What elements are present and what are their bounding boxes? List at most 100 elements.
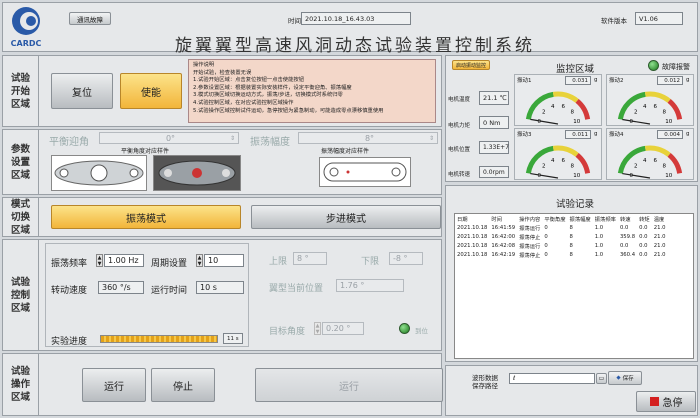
vibration-gauge: 振动1 0.031 g 0 2 4 6 8 10 xyxy=(514,74,602,126)
table-cell: 振荡停止 xyxy=(519,252,541,259)
gauge-tick-label: 4 xyxy=(643,104,647,110)
target-stepper-icon[interactable]: ▲ ▼ xyxy=(314,322,321,335)
gauge-name: 振动3 xyxy=(517,132,532,138)
comm-fault-button[interactable]: 通讯故障 xyxy=(69,12,111,25)
gauge-tick-label: 8 xyxy=(571,163,575,169)
gauge-unit: g xyxy=(594,77,598,83)
balance-sample-image-2 xyxy=(153,155,241,191)
start-vibration-monitor-button[interactable]: 启动振动监控 xyxy=(452,60,490,70)
estop-icon xyxy=(649,397,659,406)
temp-value: 21.1 ℃ xyxy=(479,91,509,105)
balance-sample-label: 平衡角度对应样件 xyxy=(121,148,170,155)
torque-label: 电机力矩 xyxy=(448,123,471,129)
gauge-value: 0.004 xyxy=(657,130,683,139)
save-section: 波形数据 保存路径 ℓ ▭ ◆ 保存 急停 xyxy=(445,365,698,416)
control-section: 试验控制区域 振荡频率 ▲ ▼ 1.00 Hz 周期设置 ▲ ▼ 10 转动速度 3… xyxy=(2,239,442,351)
runtime-label: 运行时间 xyxy=(151,286,188,296)
progress-label: 实验进度 xyxy=(51,337,88,347)
table-cell: 2021.10.18 xyxy=(457,233,488,240)
gauge-tick-label: 0 xyxy=(629,119,633,125)
table-cell: 8 xyxy=(569,224,573,231)
start-section-label: 试验开始区域 xyxy=(3,56,39,126)
start-section-label-text: 试验开始区域 xyxy=(10,72,30,110)
lower-limit-label: 下限 xyxy=(361,257,380,267)
gauge-tick-label: 2 xyxy=(634,163,638,169)
table-cell: 16:42:19 xyxy=(491,251,516,258)
gauge-needle xyxy=(530,118,559,125)
gauge-tick-label: 4 xyxy=(643,158,647,164)
estop-button[interactable]: 急停 xyxy=(636,391,696,412)
stop-button[interactable]: 停止 xyxy=(151,368,215,402)
save-path-input[interactable]: ℓ xyxy=(509,373,595,384)
log-title: 试验记录 xyxy=(556,199,595,210)
save-icon: ◆ xyxy=(616,375,621,381)
step-mode-button[interactable]: 步进模式 xyxy=(251,205,441,229)
gauge-band xyxy=(525,91,554,120)
freq-stepper-icon[interactable]: ▲ ▼ xyxy=(96,254,103,267)
table-cell: 振荡停止 xyxy=(519,234,541,241)
oscillate-mode-button[interactable]: 振荡模式 xyxy=(51,205,241,229)
log-header-cell: 平衡角度 xyxy=(544,216,566,223)
step-run-button[interactable]: 运行 xyxy=(255,368,443,402)
start-section: 试验开始区域 复位 使能 操作说明 开始试验，检查装置无误 1.试验开始区域：点… xyxy=(2,55,442,127)
gauge-name: 振动2 xyxy=(609,78,624,84)
vibration-gauge: 振动3 0.011 g 0 2 4 6 8 10 xyxy=(514,128,602,180)
instructions-line: 1.试验开始区域：点击复位按钮一点击使能按钮 xyxy=(193,77,304,84)
table-cell: 16:42:08 xyxy=(491,242,516,249)
browse-folder-button[interactable]: ▭ xyxy=(596,373,607,384)
progress-value: 11 s xyxy=(223,333,243,344)
save-button[interactable]: ◆ 保存 xyxy=(608,371,642,385)
table-cell: 2021.10.18 xyxy=(457,251,488,258)
table-cell: 0 xyxy=(544,242,548,249)
gauge-needle xyxy=(530,172,559,179)
table-cell: 0 xyxy=(544,251,548,258)
save-label-line2: 保存路径 xyxy=(472,382,498,390)
target-angle-input[interactable]: 0.20 ° xyxy=(322,322,364,335)
period-input[interactable]: 10 xyxy=(204,254,244,267)
gauge-value: 0.031 xyxy=(565,76,591,85)
gauge-tick-label: 0 xyxy=(629,173,633,179)
amplitude-select[interactable]: 8° ⇕ xyxy=(298,132,438,144)
save-button-label: 保存 xyxy=(622,376,634,382)
log-section: 试验记录 日期 时间 操作内容 平衡角度 振荡幅度 振荡频率 转速 转矩 温度 2021.10.1… xyxy=(445,185,698,362)
table-row[interactable]: 2021.10.18 16:41:59 振荡运行 0 8 1.0 0.0 0.0 21.0 xyxy=(455,223,668,232)
current-pos-value: 1.76 ° xyxy=(336,279,404,292)
table-row[interactable]: 2021.10.18 16:42:08 振荡运行 0 8 1.0 0.0 0.0 21.0 xyxy=(455,241,668,250)
operate-section-label-text: 试验操作区域 xyxy=(10,366,30,403)
dropdown-icon: ⇕ xyxy=(428,134,434,142)
table-row[interactable]: 2021.10.18 16:42:00 振荡停止 0 8 1.0 359.8 0.0 21.0 xyxy=(455,232,668,241)
table-cell: 2021.10.18 xyxy=(457,242,488,249)
rpm-label: 电机转速 xyxy=(448,172,471,178)
cardc-logo: CARDC xyxy=(6,5,46,49)
log-header-cell: 日期 xyxy=(457,216,468,223)
table-cell: 16:41:59 xyxy=(491,224,516,231)
temp-label: 电机温度 xyxy=(448,97,471,103)
instructions-line: 3.模式切换区域切换运动方式，振荡/步进，切换模式时系统归零 xyxy=(193,92,343,99)
gauge-tick-label: 10 xyxy=(665,119,672,125)
gauge-band xyxy=(617,145,646,174)
gauge-tick-label: 10 xyxy=(573,119,580,125)
gauge-unit: g xyxy=(594,131,598,137)
log-table-box[interactable]: 日期 时间 操作内容 平衡角度 振荡幅度 振荡频率 转速 转矩 温度 2021.10.18 16:4… xyxy=(454,213,694,359)
gauge-tick-label: 8 xyxy=(663,163,667,169)
freq-input[interactable]: 1.00 Hz xyxy=(104,254,144,267)
time-value: 2021.10.18_16.43.03 xyxy=(301,12,411,25)
gauge-unit: g xyxy=(686,131,690,137)
reset-button[interactable]: 复位 xyxy=(51,73,113,109)
log-header-cell: 振荡幅度 xyxy=(569,216,591,223)
enable-button[interactable]: 使能 xyxy=(120,73,182,109)
balance-angle-select[interactable]: 0° ⇕ xyxy=(99,132,239,144)
period-stepper-icon[interactable]: ▲ ▼ xyxy=(196,254,203,267)
run-button[interactable]: 运行 xyxy=(82,368,146,402)
log-header-cell: 操作内容 xyxy=(519,216,541,223)
gauge-band xyxy=(644,145,671,157)
rpm-value: 0.0rpm xyxy=(479,166,509,178)
table-row[interactable]: 2021.10.18 16:42:19 振荡停止 0 8 1.0 360.4 0.0 21.0 xyxy=(455,250,668,259)
monitor-section: 启动振动监控 监控区域 故障报警 电机温度 21.1 ℃ 电机力矩 0 Nm 电… xyxy=(445,55,698,182)
instructions-line: 操作说明 xyxy=(193,62,215,68)
vibration-gauge: 振动2 0.012 g 0 2 4 6 8 10 xyxy=(606,74,694,126)
gauge-tick-label: 6 xyxy=(654,104,658,110)
table-cell: 0.0 xyxy=(619,242,629,249)
gauge-band xyxy=(552,91,579,103)
control-section-label-text: 试验控制区域 xyxy=(10,276,30,314)
